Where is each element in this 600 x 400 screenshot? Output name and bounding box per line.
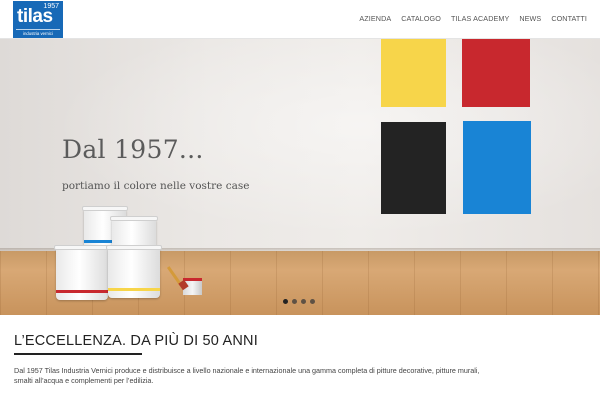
about-heading: L’ECCELLENZA. DA PIÙ DI 50 ANNI xyxy=(14,333,258,349)
slider-dot-2[interactable] xyxy=(292,299,297,304)
hero-slider: Dal 1957... portiamo il colore nelle vos… xyxy=(0,39,600,315)
hero-title: Dal 1957... xyxy=(62,135,204,164)
logo-tagline: industria vernici xyxy=(16,29,60,36)
hero-subtitle: portiamo il colore nelle vostre case xyxy=(62,180,250,192)
nav-item-catalogo[interactable]: CATALOGO xyxy=(401,14,441,23)
logo-name: tilas xyxy=(17,6,53,27)
nav-item-contatti[interactable]: CONTATTI xyxy=(551,14,587,23)
heading-underline xyxy=(14,353,142,355)
nav-item-news[interactable]: NEWS xyxy=(519,14,541,23)
paint-bucket xyxy=(106,245,162,298)
about-text: Dal 1957 Tilas Industria Vernici produce… xyxy=(14,366,480,385)
nav-item-tilas-academy[interactable]: TILAS ACADEMY xyxy=(451,14,509,23)
slider-pagination xyxy=(283,299,315,304)
paint-bucket xyxy=(54,245,110,300)
slider-dot-4[interactable] xyxy=(310,299,315,304)
blue-paint-swatch xyxy=(463,121,531,214)
slider-dot-1[interactable] xyxy=(283,299,288,304)
red-paint-swatch xyxy=(462,39,530,107)
yellow-paint-swatch xyxy=(381,39,446,107)
slider-dot-3[interactable] xyxy=(301,299,306,304)
tilas-logo[interactable]: 1957 tilas industria vernici xyxy=(13,1,63,38)
about-section: L’ECCELLENZA. DA PIÙ DI 50 ANNI Dal 1957… xyxy=(0,315,600,400)
nav-item-azienda[interactable]: AZIENDA xyxy=(359,14,391,23)
site-header: 1957 tilas industria vernici AZIENDA CAT… xyxy=(0,0,600,39)
black-paint-swatch xyxy=(381,122,446,214)
main-nav: AZIENDA CATALOGO TILAS ACADEMY NEWS CONT… xyxy=(359,14,587,23)
